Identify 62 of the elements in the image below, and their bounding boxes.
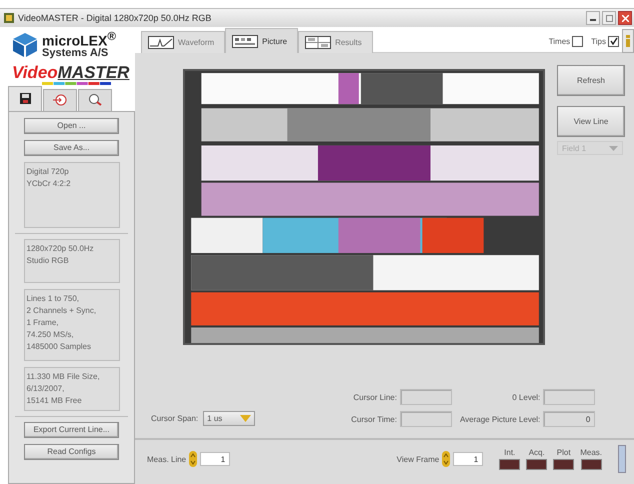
- company-name: microLEX$^{®}$: [42, 31, 116, 48]
- checkbox[interactable]: [608, 36, 619, 46]
- spinner-arrows-icon[interactable]: [442, 451, 450, 467]
- company-suffix: Systems A/S: [42, 48, 110, 59]
- tab[interactable]: Waveform: [141, 31, 226, 53]
- side-tab[interactable]: [8, 86, 42, 111]
- close-icon: [622, 14, 628, 22]
- cursor-span-label: Cursor Span:: [151, 414, 198, 423]
- dropdown-arrow-icon: [609, 146, 618, 150]
- option-checkbox[interactable]: Times: [548, 36, 584, 46]
- status-bar-indicator: [618, 445, 626, 473]
- save-icon: [20, 93, 30, 104]
- readout-field: [543, 389, 596, 405]
- action-button[interactable]: Refresh: [557, 65, 625, 96]
- cursor-span-dropdown[interactable]: 1 us: [203, 411, 256, 426]
- spinner-arrows-icon[interactable]: [189, 451, 198, 467]
- cube-logo-icon: [12, 32, 38, 58]
- side-button[interactable]: Read Configs: [24, 444, 119, 460]
- arrow-into-circle-icon: [53, 94, 67, 106]
- test-pattern-icon: [232, 34, 258, 48]
- tab[interactable]: Picture: [225, 28, 298, 53]
- magnifier-icon: [88, 94, 102, 106]
- readout-label: 0 Level:: [512, 392, 540, 402]
- checkbox[interactable]: [572, 36, 584, 46]
- results-grid-icon: [305, 36, 332, 49]
- maximize-icon: [606, 14, 612, 22]
- view-frame-field[interactable]: 1: [453, 452, 484, 466]
- waveform-icon: [148, 36, 174, 49]
- indicator-label: Acq.: [528, 448, 545, 457]
- info-box: Digital 720p YCbCr 4:2:2: [24, 162, 120, 228]
- window-title: VideoMASTER - Digital 1280x720p 50.0Hz RGB: [18, 13, 212, 23]
- info-box: Lines 1 to 750, 2 Channels + Sync, 1 Frame, 74.250 MS/s, 1485000 Samples: [24, 288, 120, 361]
- color-stripe-drawing: [42, 82, 112, 85]
- side-button[interactable]: Export Current Line...: [24, 422, 119, 438]
- product-name: Video: [12, 62, 58, 82]
- meas-line-label: Meas. Line: [147, 454, 186, 464]
- indicator-label: Plot: [556, 448, 571, 457]
- view-frame-label: View Frame: [396, 454, 440, 464]
- info-box: 1280x720p 50.0Hz Studio RGB: [24, 238, 120, 283]
- minimize-button[interactable]: [586, 11, 600, 25]
- dropdown-arrow-icon: [240, 415, 252, 422]
- readout-label: Average Picture Level:: [460, 414, 540, 424]
- readout-label: Cursor Time:: [351, 414, 397, 424]
- app-icon: [4, 13, 14, 23]
- side-button[interactable]: Open ...: [24, 118, 119, 134]
- readout-field: [400, 411, 452, 427]
- checkmark-icon: [610, 37, 618, 45]
- indicator-label: Int.: [504, 448, 516, 457]
- product-name-suffix: MASTER: [58, 62, 130, 82]
- readout-label: Cursor Line:: [353, 392, 397, 402]
- meas-line-field[interactable]: 1: [200, 452, 230, 466]
- readout-field: [400, 389, 452, 405]
- close-button[interactable]: [618, 11, 632, 25]
- option-checkbox[interactable]: Tips: [591, 36, 619, 46]
- info-box: 11.330 MB File Size, 6/13/2007, 15141 MB Free: [24, 366, 120, 411]
- tab[interactable]: Results: [298, 31, 373, 53]
- action-button[interactable]: View Line: [557, 106, 625, 137]
- readout-field: 0: [543, 411, 596, 427]
- info-icon: [625, 34, 631, 48]
- indicator-label: Meas.: [580, 448, 602, 457]
- side-tab[interactable]: [78, 88, 112, 111]
- side-button[interactable]: Save As...: [24, 140, 119, 156]
